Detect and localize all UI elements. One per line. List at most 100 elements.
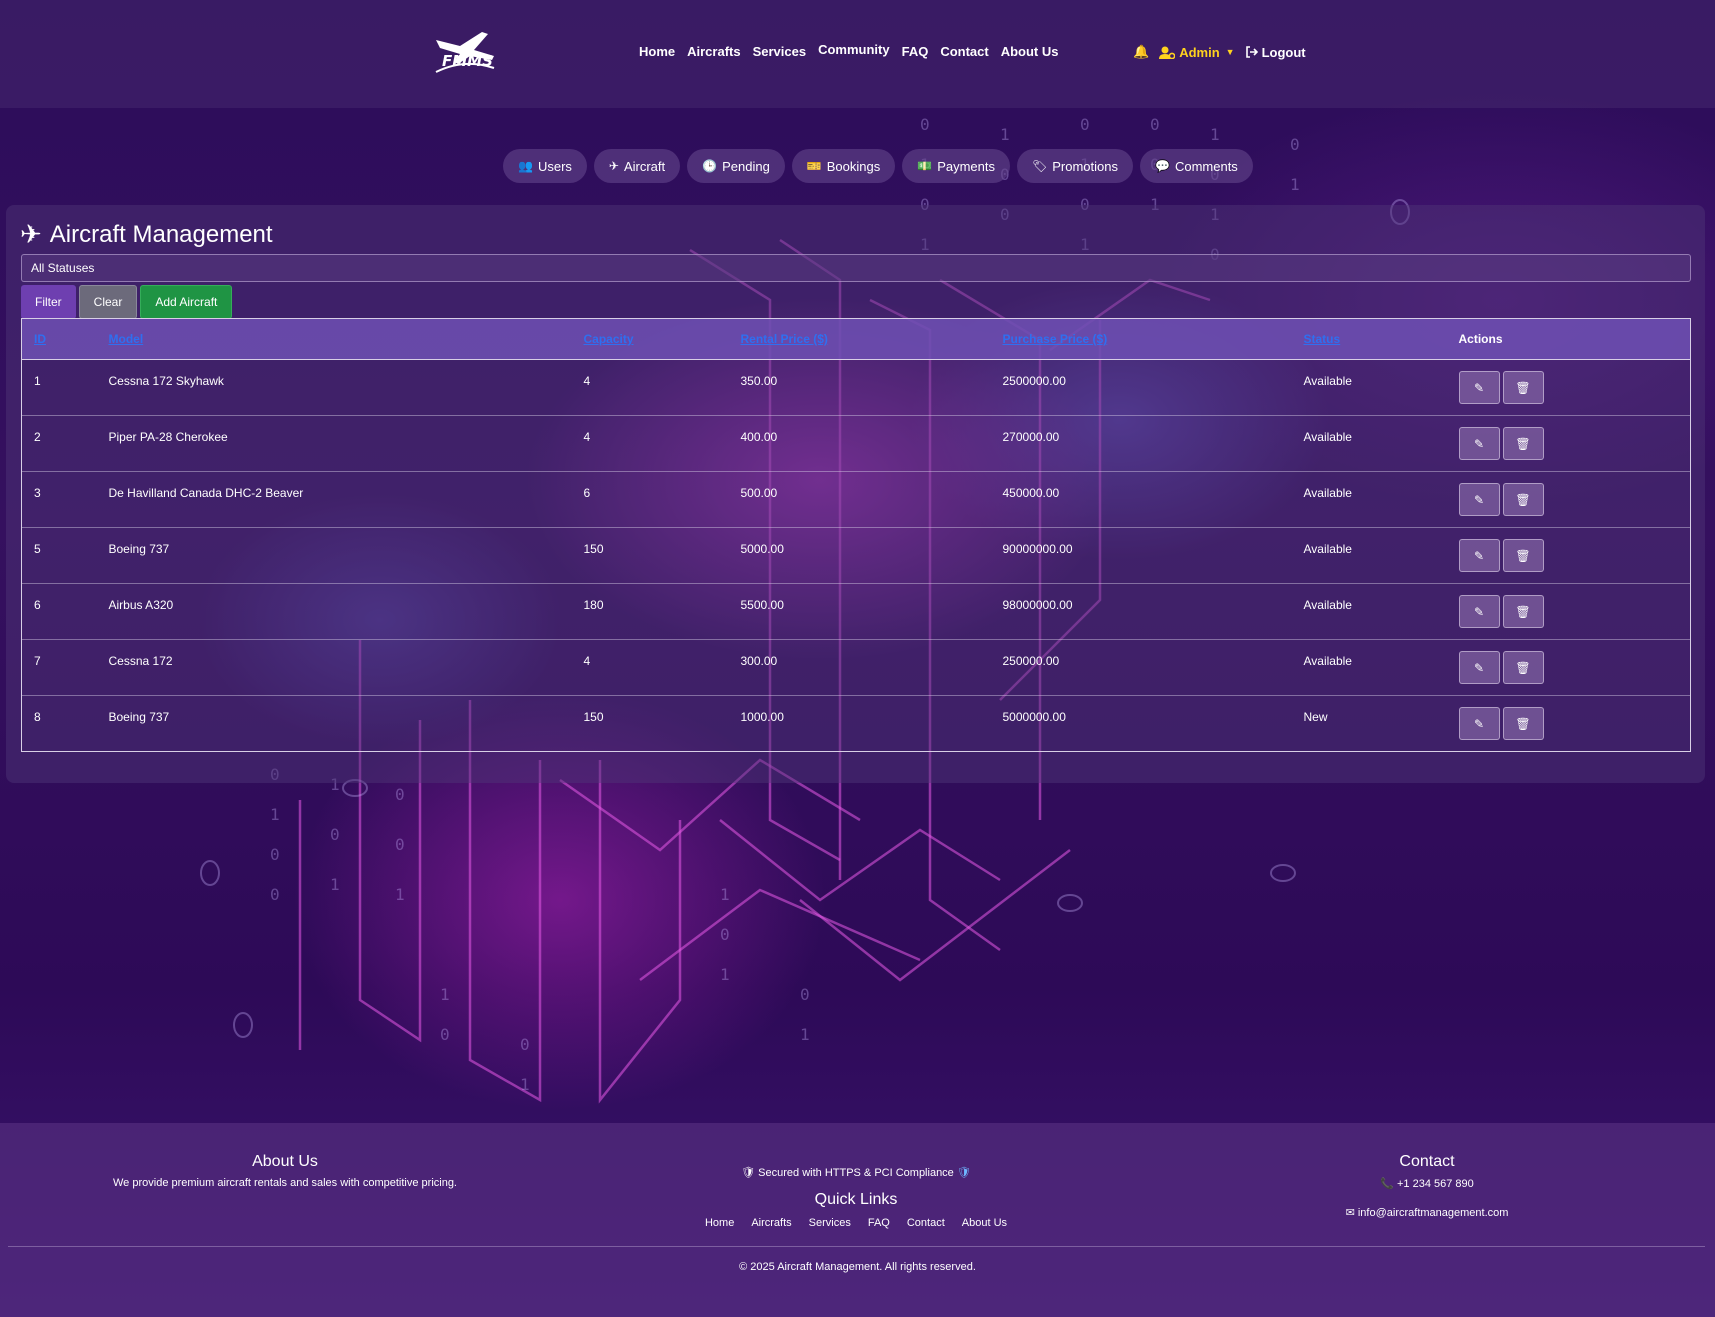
cell-model: De Havilland Canada DHC-2 Beaver xyxy=(108,486,304,500)
svg-text:1: 1 xyxy=(395,885,405,904)
cell-purchase-price: 270000.00 xyxy=(1002,430,1060,444)
svg-text:1: 1 xyxy=(720,965,730,984)
cell-status: Available xyxy=(1303,598,1352,612)
edit-button[interactable]: ✎ xyxy=(1458,707,1500,740)
footer: About Us We provide premium aircraft ren… xyxy=(0,1123,1715,1317)
tab-pending[interactable]: 🕒 Pending xyxy=(687,149,785,183)
contact-email[interactable]: ✉ info@aircraftmanagement.com xyxy=(1142,1206,1712,1219)
svg-text:0: 0 xyxy=(1080,115,1090,134)
col-rental-price[interactable]: Rental Price ($) xyxy=(728,318,991,360)
delete-button[interactable]: 🗑 xyxy=(1502,539,1544,572)
table-row: 5 Boeing 737 150 5000.00 90000000.00 Availabl… xyxy=(21,527,1691,584)
edit-icon: ✎ xyxy=(1473,436,1485,451)
table-row: 6 Airbus A320 180 5500.00 98000000.00 Availab… xyxy=(21,583,1691,640)
col-status[interactable]: Status xyxy=(1291,318,1447,360)
aircraft-management-panel: ✈ Aircraft Management All Statuses Filte… xyxy=(6,205,1705,783)
delete-button[interactable]: 🗑 xyxy=(1502,427,1544,460)
edit-button[interactable]: ✎ xyxy=(1458,595,1500,628)
bell-icon[interactable]: 🔔 xyxy=(1133,44,1149,60)
delete-button[interactable]: 🗑 xyxy=(1502,371,1544,404)
cell-model: Boeing 737 xyxy=(108,542,170,556)
footer-contact-title: Contact xyxy=(1399,1153,1455,1170)
col-purchase-price[interactable]: Purchase Price ($) xyxy=(990,318,1292,360)
delete-button[interactable]: 🗑 xyxy=(1502,707,1544,740)
footer-link-about-us[interactable]: About Us xyxy=(962,1217,1007,1229)
page-title: ✈ Aircraft Management xyxy=(20,219,273,250)
footer-contact: Contact 📞 +1 234 567 890 ✉ info@aircraft… xyxy=(1142,1153,1712,1219)
cell-capacity: 4 xyxy=(583,374,591,388)
col-id[interactable]: ID xyxy=(21,318,97,360)
delete-button[interactable]: 🗑 xyxy=(1502,483,1544,516)
cell-rental-price: 400.00 xyxy=(740,430,778,444)
edit-button[interactable]: ✎ xyxy=(1458,539,1500,572)
money-icon: 💵 xyxy=(917,159,933,173)
footer-link-faq[interactable]: FAQ xyxy=(868,1217,890,1229)
tab-aircraft[interactable]: ✈ Aircraft xyxy=(593,149,681,183)
tab-bookings[interactable]: 🎫 Bookings xyxy=(791,149,896,183)
edit-icon: ✎ xyxy=(1473,604,1485,619)
copyright: © 2025 Aircraft Management. All rights r… xyxy=(739,1261,976,1273)
nav-aircrafts[interactable]: Aircrafts xyxy=(687,44,740,59)
svg-text:1: 1 xyxy=(1000,125,1010,144)
edit-button[interactable]: ✎ xyxy=(1458,371,1500,404)
page-title-text: Aircraft Management xyxy=(49,220,273,248)
svg-text:0: 0 xyxy=(330,825,340,844)
add-aircraft-button[interactable]: Add Aircraft xyxy=(140,285,233,319)
svg-text:0: 0 xyxy=(720,925,730,944)
cell-actions: ✎ 🗑 xyxy=(1446,583,1691,640)
cell-purchase-price: 2500000.00 xyxy=(1002,374,1066,388)
tab-label: Promotions xyxy=(1052,158,1118,174)
nav-faq[interactable]: FAQ xyxy=(902,44,929,59)
edit-button[interactable]: ✎ xyxy=(1458,483,1500,516)
tab-promotions[interactable]: 🏷 Promotions xyxy=(1017,149,1133,183)
trash-icon: 🗑 xyxy=(1515,380,1531,395)
tab-users[interactable]: 👥 Users xyxy=(503,149,587,183)
footer-link-services[interactable]: Services xyxy=(809,1217,851,1229)
cell-id: 7 xyxy=(21,639,97,696)
cell-model: Cessna 172 xyxy=(108,654,173,668)
cell-rental-price: 5000.00 xyxy=(740,542,784,556)
nav-services[interactable]: Services xyxy=(753,44,807,59)
footer-about-text: We provide premium aircraft rentals and … xyxy=(113,1177,457,1189)
filter-button[interactable]: Filter xyxy=(21,285,76,319)
svg-text:0: 0 xyxy=(270,885,280,904)
users-icon: 👥 xyxy=(518,159,533,173)
clear-button[interactable]: Clear xyxy=(78,285,138,319)
footer-link-aircrafts[interactable]: Aircrafts xyxy=(751,1217,791,1229)
svg-text:1: 1 xyxy=(800,1025,810,1044)
tab-comments[interactable]: 💬 Comments xyxy=(1140,149,1253,183)
col-capacity[interactable]: Capacity xyxy=(571,318,729,360)
admin-tabs: 👥 Users ✈ Aircraft 🕒 Pending 🎫 Bookings 💵 Pay… xyxy=(503,149,1253,183)
nav-contact[interactable]: Contact xyxy=(940,44,988,59)
edit-button[interactable]: ✎ xyxy=(1458,427,1500,460)
status-select[interactable]: All Statuses xyxy=(21,254,1691,282)
col-model[interactable]: Model xyxy=(96,318,572,360)
edit-icon: ✎ xyxy=(1473,380,1485,395)
nav-home[interactable]: Home xyxy=(639,44,675,59)
fmms-logo[interactable]: FMMS xyxy=(430,28,500,76)
svg-text:0: 0 xyxy=(440,1025,450,1044)
cell-status: New xyxy=(1303,710,1328,724)
filter-actions: Filter Clear Add Aircraft xyxy=(21,285,233,319)
footer-link-home[interactable]: Home xyxy=(705,1217,734,1229)
table-row: 1 Cessna 172 Skyhawk 4 350.00 2500000.00 Avai… xyxy=(21,359,1691,416)
delete-button[interactable]: 🗑 xyxy=(1502,595,1544,628)
cell-status: Available xyxy=(1303,542,1352,556)
nav-community[interactable]: Community xyxy=(818,42,890,59)
nav-about-us[interactable]: About Us xyxy=(1001,44,1059,59)
logout-label: Logout xyxy=(1261,44,1306,60)
logout-link[interactable]: Logout xyxy=(1245,45,1306,60)
footer-center: 🛡 Secured with HTTPS & PCI Compliance 🛡 … xyxy=(570,1166,1142,1229)
user-area: 🔔 Admin ▼ Logout xyxy=(1133,44,1306,60)
delete-button[interactable]: 🗑 xyxy=(1502,651,1544,684)
admin-dropdown[interactable]: Admin ▼ xyxy=(1159,45,1235,60)
tab-label: Pending xyxy=(722,158,770,174)
edit-button[interactable]: ✎ xyxy=(1458,651,1500,684)
svg-text:0: 0 xyxy=(270,845,280,864)
tab-payments[interactable]: 💵 Payments xyxy=(902,149,1011,183)
svg-text:0: 0 xyxy=(1290,135,1300,154)
cell-capacity: 180 xyxy=(583,598,604,612)
footer-link-contact[interactable]: Contact xyxy=(907,1217,945,1229)
cell-id: 2 xyxy=(21,415,97,472)
svg-text:1: 1 xyxy=(440,985,450,1004)
